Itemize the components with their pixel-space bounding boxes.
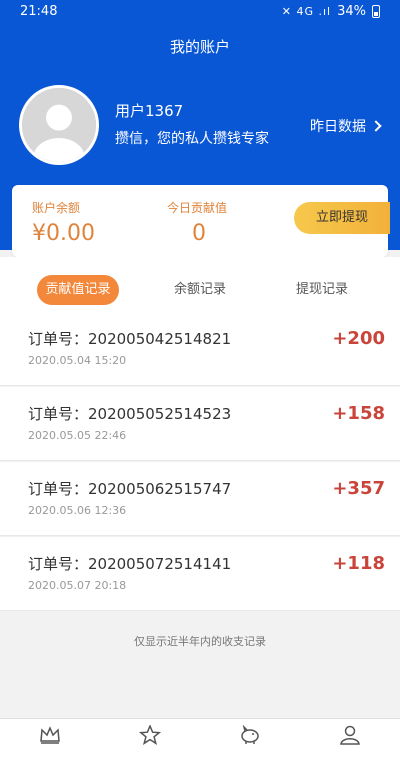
- piggy-bank-icon: [241, 725, 259, 744]
- list-item[interactable]: 订单号：202005052514523 2020.05.05 22:46 +15…: [0, 387, 400, 461]
- balance-value: ¥0.00: [32, 221, 95, 246]
- contribution-value: 0: [192, 221, 206, 246]
- battery-percent: 34%: [337, 4, 366, 19]
- crown-icon: [40, 726, 60, 744]
- avatar[interactable]: [19, 85, 99, 165]
- status-indicators: ✕ 4G .ıl 34%: [282, 4, 380, 19]
- record-amount: +158: [332, 403, 385, 424]
- nav-label: [20, 745, 80, 755]
- order-number: 订单号：202005052514523: [28, 405, 232, 423]
- signal-icon: ✕ 4G .ıl: [281, 5, 332, 18]
- tab-withdraw-records[interactable]: 提现记录: [282, 275, 362, 305]
- battery-icon: [372, 5, 380, 18]
- withdraw-button[interactable]: 立即提现: [294, 202, 390, 234]
- order-number: 订单号：202005042514821: [28, 330, 232, 348]
- yesterday-data-label: 昨日数据: [310, 119, 366, 135]
- nav-item-profile[interactable]: [320, 725, 380, 755]
- user-icon: [340, 725, 360, 745]
- nav-label: [120, 745, 180, 755]
- tab-balance-records[interactable]: 余额记录: [160, 275, 240, 305]
- status-time: 21:48: [20, 4, 58, 19]
- nav-label: [320, 745, 380, 755]
- tab-contribution-records[interactable]: 贡献值记录: [37, 275, 119, 305]
- record-amount: +200: [332, 328, 385, 349]
- record-date: 2020.05.06 12:36: [28, 504, 127, 517]
- bottom-nav: [0, 718, 400, 758]
- contribution-label: 今日贡献值: [167, 201, 228, 215]
- record-amount: +118: [332, 553, 385, 574]
- nav-item-home[interactable]: [20, 725, 80, 755]
- records-note: 仅显示近半年内的收支记录: [134, 635, 266, 648]
- nav-item-favorites[interactable]: [120, 725, 180, 755]
- order-number: 订单号：202005072514141: [28, 555, 232, 573]
- status-bar: 21:48 ✕ 4G .ıl 34%: [0, 0, 400, 26]
- order-number: 订单号：202005062515747: [28, 480, 232, 498]
- nav-label: [220, 745, 280, 755]
- star-icon: [139, 725, 161, 745]
- yesterday-data-link[interactable]: 昨日数据: [310, 116, 382, 136]
- list-item[interactable]: 订单号：202005062515747 2020.05.06 12:36 +35…: [0, 462, 400, 536]
- default-avatar-icon: [22, 88, 96, 162]
- balance-label: 账户余额: [32, 201, 81, 215]
- summary-card: 账户余额 ¥0.00 今日贡献值 0 立即提现: [12, 185, 390, 257]
- list-item[interactable]: 订单号：202005042514821 2020.05.04 15:20 +20…: [0, 312, 400, 386]
- record-list: 订单号：202005042514821 2020.05.04 15:20 +20…: [0, 312, 400, 612]
- record-amount: +357: [332, 478, 385, 499]
- record-tabs: 贡献值记录 余额记录 提现记录: [0, 257, 400, 312]
- record-date: 2020.05.04 15:20: [28, 354, 127, 367]
- page-title: 我的账户: [169, 38, 230, 56]
- slogan: 攒信，您的私人攒钱专家: [115, 131, 269, 147]
- list-item[interactable]: 订单号：202005072514141 2020.05.07 20:18 +11…: [0, 537, 400, 611]
- record-date: 2020.05.07 20:18: [28, 579, 127, 592]
- username: 用户1367: [115, 102, 184, 120]
- record-date: 2020.05.05 22:46: [28, 429, 127, 442]
- nav-item-account[interactable]: [220, 725, 280, 755]
- chevron-right-icon: [370, 120, 382, 132]
